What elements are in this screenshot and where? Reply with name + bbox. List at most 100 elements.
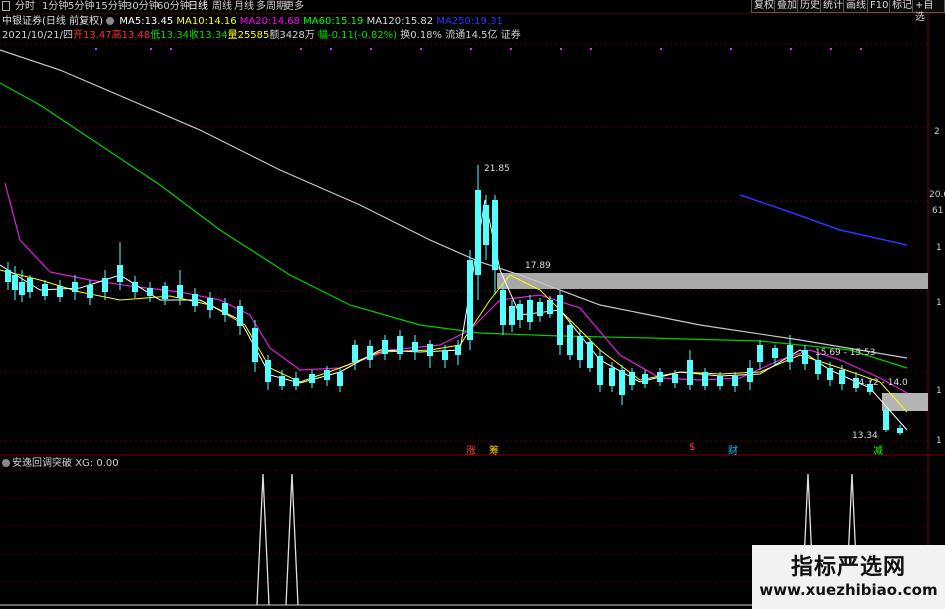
candle-body [337,372,343,386]
candle-body [537,302,543,316]
event-mark-zhang[interactable]: 涨 [466,442,476,457]
watermark-title: 指标严选网 [790,555,906,580]
candle-body [27,278,33,292]
ma60-line [0,82,908,369]
candle-body [475,190,481,275]
candle-body [483,205,489,245]
candle-body [732,376,738,386]
candle-body [192,294,198,306]
candle-body [87,285,93,298]
signal-dot [730,48,732,50]
signal-dot [830,48,832,50]
candle-body [5,270,11,282]
y-tick-label: 2 [934,127,940,137]
candle-body [279,376,285,386]
candle-body [772,348,778,358]
candle-body [412,342,418,352]
signal-dot [150,48,152,50]
candle-body [309,374,315,383]
signal-dot [330,48,332,50]
signal-dot [470,48,472,50]
candle-body [222,303,228,315]
candle-body [12,275,18,290]
candle-body [324,370,330,380]
candle-body [687,360,693,385]
candle-body [42,284,48,296]
candle-body [702,372,708,386]
candle-body [352,345,358,362]
candle-body [492,200,498,270]
candle-body [757,345,763,362]
candle-body [207,298,213,310]
candle-body [72,282,78,292]
signal-dot [510,48,512,50]
ma120-line [0,49,908,359]
candle-body [827,368,833,380]
event-mark-dollar[interactable]: $ [689,442,695,453]
candle-body [672,374,678,383]
candle-body [517,304,523,320]
low-price-label: 13.34 [852,431,878,441]
candle-body [132,282,138,292]
candle-body [883,410,889,430]
candle-body [147,288,153,296]
candle-body [177,285,183,298]
signal-dot [560,48,562,50]
indicator-settings-icon[interactable] [2,459,10,467]
candle-body [577,336,583,360]
candle-body [265,360,271,382]
signal-dot [790,48,792,50]
signal-spike [285,473,299,606]
event-mark-cai[interactable]: 财 [728,442,738,457]
candle-body [102,278,108,292]
candle-body [162,286,168,299]
event-mark-chou[interactable]: 筹 [489,442,499,457]
zone-mid-label: 15.69 - 15.53 [815,348,876,358]
indicator-value: 0.00 [96,458,119,469]
candle-body [467,260,473,340]
signal-spike [256,473,270,606]
candle-body [619,370,625,395]
candle-body [382,340,388,354]
signal-dot [860,48,862,50]
candle-body [802,350,808,364]
candle-body [397,336,403,354]
y-tick-label: 1 [936,386,942,396]
candle-body [57,286,63,297]
y-tick-label: 1 [936,436,942,446]
candle-body [597,356,603,385]
watermark-url: www.xuezhibiao.com [759,581,938,599]
candle-body [609,368,615,386]
y-tick-label: 20.6 [929,190,945,200]
y-tick-label: 61 [932,206,944,216]
candle-body [629,372,635,385]
signal-dot [370,48,372,50]
candle-body [642,374,648,384]
signal-dot [170,48,172,50]
event-mark-jian[interactable]: 减 [873,442,883,457]
support-zone [882,393,928,411]
candle-body [567,325,573,355]
candle-body [587,342,593,368]
candle-body [252,328,258,362]
candle-body [717,376,723,386]
candle-body [500,290,506,325]
signal-dot [420,48,422,50]
ma250-line [739,194,908,246]
candle-body [427,344,433,356]
peak-price-label: 21.85 [484,164,510,174]
candle-body [293,378,299,386]
candle-body [557,295,563,345]
candle-body [657,372,663,382]
candle-body [897,428,903,433]
candle-body [455,345,461,355]
signal-dot [300,48,302,50]
y-tick-label: 1 [936,298,942,308]
candle-body [367,346,373,360]
watermark: 指标严选网 www.xuezhibiao.com [752,545,945,609]
candle-body [237,306,243,326]
candle-body [442,350,448,360]
signal-dot [590,48,592,50]
kline-chart[interactable] [0,0,945,609]
signal-dot [95,48,97,50]
